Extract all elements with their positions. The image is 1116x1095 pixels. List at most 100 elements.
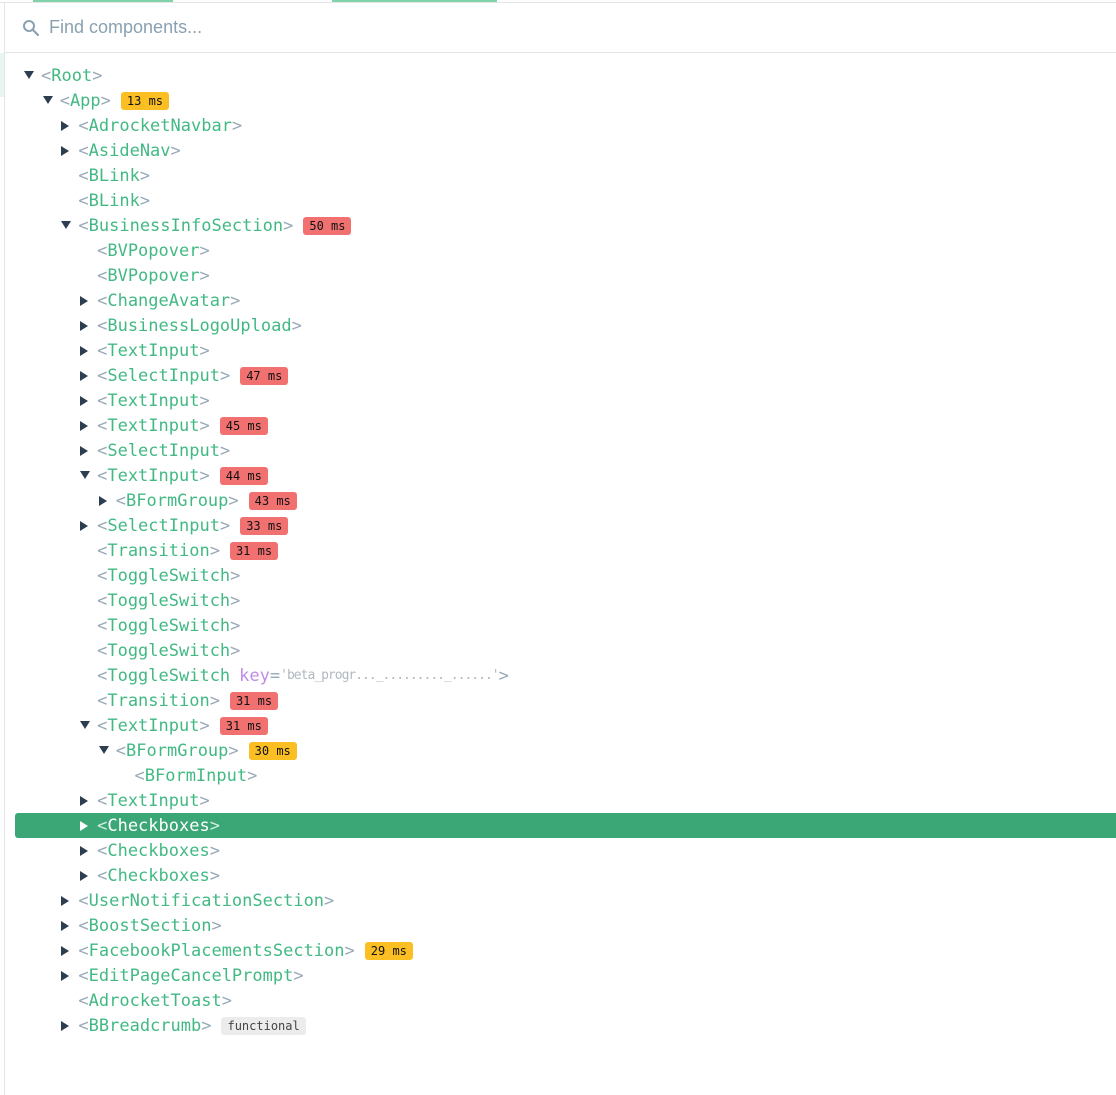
tag-close-bracket: > (230, 615, 241, 636)
tree-row[interactable]: < BFormGroup >43 ms (0, 488, 1116, 513)
tag-open-bracket: < (97, 415, 108, 436)
tree-row[interactable]: < UserNotificationSection > (0, 888, 1116, 913)
caret-down-icon[interactable] (24, 70, 34, 79)
caret-right-icon[interactable] (80, 370, 89, 381)
tree-row[interactable]: < BLink > (0, 188, 1116, 213)
tree-row[interactable]: < AdrocketNavbar > (0, 113, 1116, 138)
tree-row[interactable]: < BVPopover > (0, 238, 1116, 263)
tree-row[interactable]: < Checkboxes > (0, 838, 1116, 863)
caret-down-icon[interactable] (80, 470, 91, 479)
caret-right-icon[interactable] (80, 395, 89, 406)
search-bar (5, 3, 1116, 53)
component-name: BusinessInfoSection (88, 215, 284, 236)
tree-row[interactable]: < ToggleSwitch > (0, 638, 1116, 663)
component-name: BusinessLogoUpload (107, 315, 292, 336)
tag-open-bracket: < (78, 165, 89, 186)
caret-right-icon[interactable] (80, 820, 89, 831)
caret-right-icon[interactable] (80, 870, 89, 881)
tab-indicator[interactable] (332, 0, 497, 2)
caret-right-icon[interactable] (80, 420, 89, 431)
caret-right-icon[interactable] (80, 520, 89, 531)
caret-right-icon[interactable] (80, 295, 89, 306)
tag-close-bracket: > (199, 790, 210, 811)
component-name: AdrocketNavbar (88, 115, 232, 136)
caret-right-icon[interactable] (80, 320, 89, 331)
caret-right-icon[interactable] (61, 1020, 70, 1031)
tree-row[interactable]: < BVPopover > (0, 263, 1116, 288)
tag-open-bracket: < (97, 465, 108, 486)
tree-row[interactable]: < BFormGroup >30 ms (0, 738, 1116, 763)
tree-row[interactable]: < FacebookPlacementsSection >29 ms (0, 938, 1116, 963)
component-tag: < SelectInput >33 ms (97, 515, 289, 536)
caret-right-icon[interactable] (61, 895, 70, 906)
component-tag: < TextInput > (97, 791, 210, 811)
caret-down-icon[interactable] (42, 95, 53, 104)
tree-row[interactable]: < BoostSection > (0, 913, 1116, 938)
tree-row[interactable]: < Transition >31 ms (0, 688, 1116, 713)
tree-row[interactable]: < TextInput >45 ms (0, 413, 1116, 438)
caret-right-icon[interactable] (61, 145, 70, 156)
tree-row[interactable]: < AsideNav > (0, 138, 1116, 163)
caret-right-icon[interactable] (98, 495, 107, 506)
tag-open-bracket: < (78, 190, 89, 211)
tag-open-bracket: < (97, 615, 108, 636)
tree-row[interactable]: < BusinessLogoUpload > (0, 313, 1116, 338)
component-name: BoostSection (88, 915, 212, 936)
tree-row[interactable]: < SelectInput >33 ms (0, 513, 1116, 538)
tree-row[interactable]: < TextInput >44 ms (0, 463, 1116, 488)
caret-right-icon[interactable] (61, 945, 70, 956)
caret-right-icon[interactable] (80, 345, 89, 356)
caret-right-icon[interactable] (80, 795, 89, 806)
caret-down-icon[interactable] (80, 720, 91, 729)
attr-value: 'beta_progr..._........._......' (280, 668, 499, 683)
tag-close-bracket: > (139, 190, 151, 211)
tree-row[interactable]: < BBreadcrumb > functional (0, 1013, 1116, 1038)
component-name: BLink (88, 165, 140, 186)
component-name: TextInput (107, 390, 200, 411)
caret-down-icon[interactable] (61, 220, 72, 229)
tree-row[interactable]: < ToggleSwitch > (0, 588, 1116, 613)
caret-right-icon[interactable] (80, 845, 89, 856)
tree-row[interactable]: < TextInput > (0, 388, 1116, 413)
tree-row[interactable]: < BusinessInfoSection >50 ms (0, 213, 1116, 238)
tree-row[interactable]: < ToggleSwitch > (0, 613, 1116, 638)
tree-row[interactable]: < AdrocketToast > (0, 988, 1116, 1013)
tree-row[interactable]: < EditPageCancelPrompt > (0, 963, 1116, 988)
component-tag: < EditPageCancelPrompt > (78, 966, 303, 986)
tree-row-selected[interactable]: < Checkboxes > (0, 813, 1116, 838)
tree-row[interactable]: < ToggleSwitch key ='beta_progr..._........… (0, 663, 1116, 688)
tag-open-bracket: < (78, 890, 89, 911)
component-name: BFormGroup (126, 490, 229, 511)
tag-close-bracket: > (247, 765, 258, 786)
tag-open-bracket: < (97, 565, 108, 586)
tree-row[interactable]: < ToggleSwitch > (0, 563, 1116, 588)
tree-row[interactable]: < BFormInput > (0, 763, 1116, 788)
caret-down-icon[interactable] (98, 745, 109, 754)
component-name: ChangeAvatar (107, 290, 231, 311)
search-icon (21, 18, 41, 38)
tag-open-bracket: < (78, 990, 89, 1011)
tree-row[interactable]: < BLink > (0, 163, 1116, 188)
tree-row[interactable]: < Checkboxes > (0, 863, 1116, 888)
tree-row[interactable]: < ChangeAvatar > (0, 288, 1116, 313)
caret-right-icon[interactable] (61, 120, 70, 131)
tree-row[interactable]: < App >13 ms (0, 88, 1116, 113)
tree-row[interactable]: < Transition >31 ms (0, 538, 1116, 563)
render-time-badge: 29 ms (364, 941, 413, 960)
component-tag: < BFormGroup >43 ms (116, 491, 297, 511)
tree-row[interactable]: < SelectInput >47 ms (0, 363, 1116, 388)
caret-right-icon[interactable] (80, 445, 89, 456)
tree-row[interactable]: < SelectInput > (0, 438, 1116, 463)
component-name: App (69, 90, 101, 111)
tree-row[interactable]: < Root > (0, 63, 1116, 88)
tree-row[interactable]: < TextInput > (0, 788, 1116, 813)
caret-right-icon[interactable] (61, 970, 70, 981)
tree-row[interactable]: < TextInput > (0, 338, 1116, 363)
tree-row[interactable]: < TextInput >31 ms (0, 713, 1116, 738)
search-input[interactable] (49, 17, 649, 38)
tag-close-bracket: > (199, 415, 210, 436)
tag-close-bracket: > (219, 515, 231, 536)
caret-right-icon[interactable] (61, 920, 70, 931)
tab-indicator[interactable] (33, 0, 173, 2)
tag-close-bracket: > (293, 965, 304, 986)
